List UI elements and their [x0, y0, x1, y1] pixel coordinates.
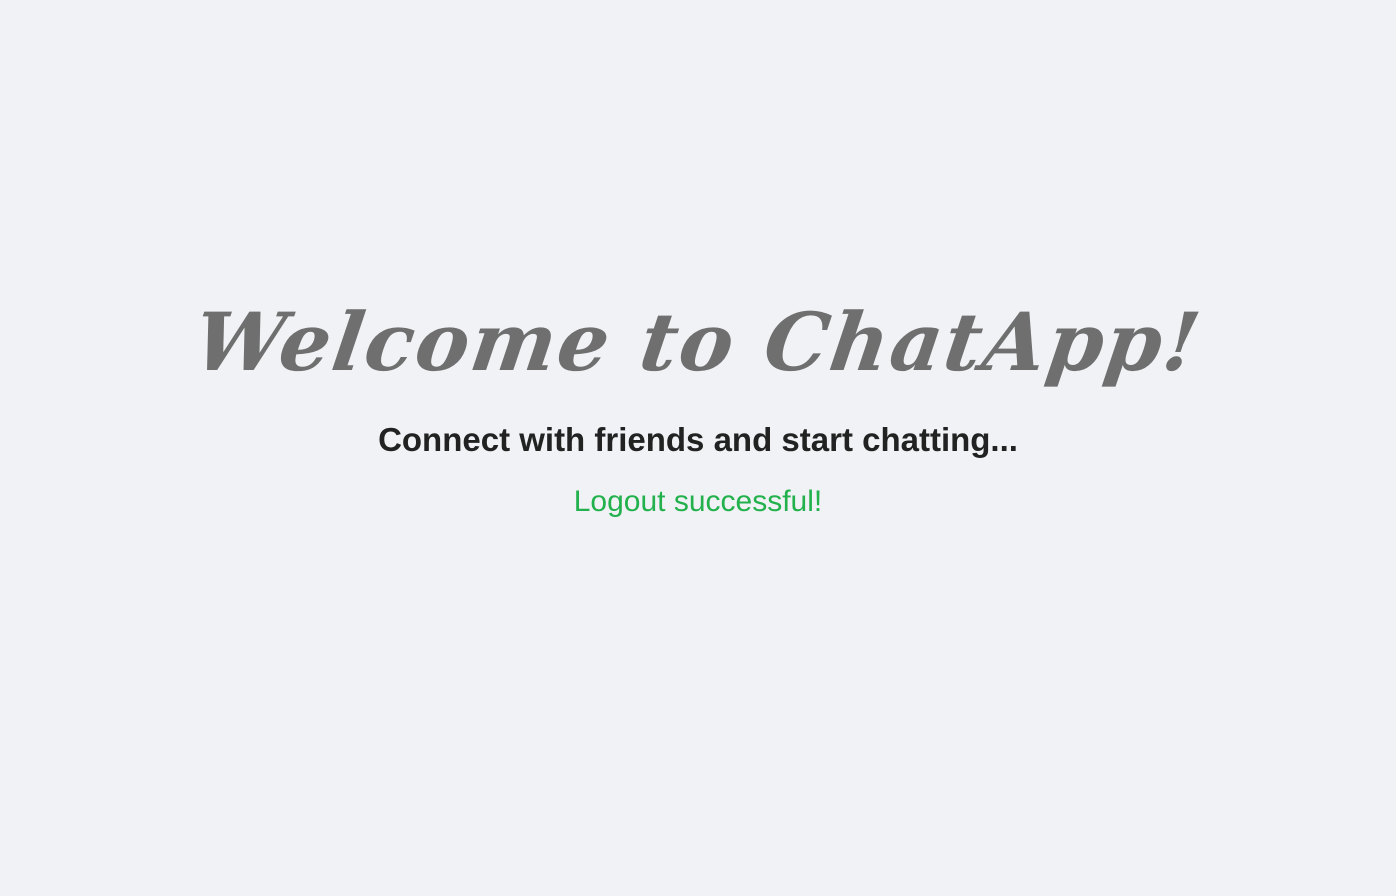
logout-status-message: Logout successful! — [573, 485, 823, 518]
welcome-page: Welcome to ChatApp! Connect with friends… — [0, 0, 1396, 896]
welcome-subtitle: Connect with friends and start chatting.… — [378, 421, 1018, 458]
welcome-title: Welcome to ChatApp! — [188, 295, 1208, 389]
